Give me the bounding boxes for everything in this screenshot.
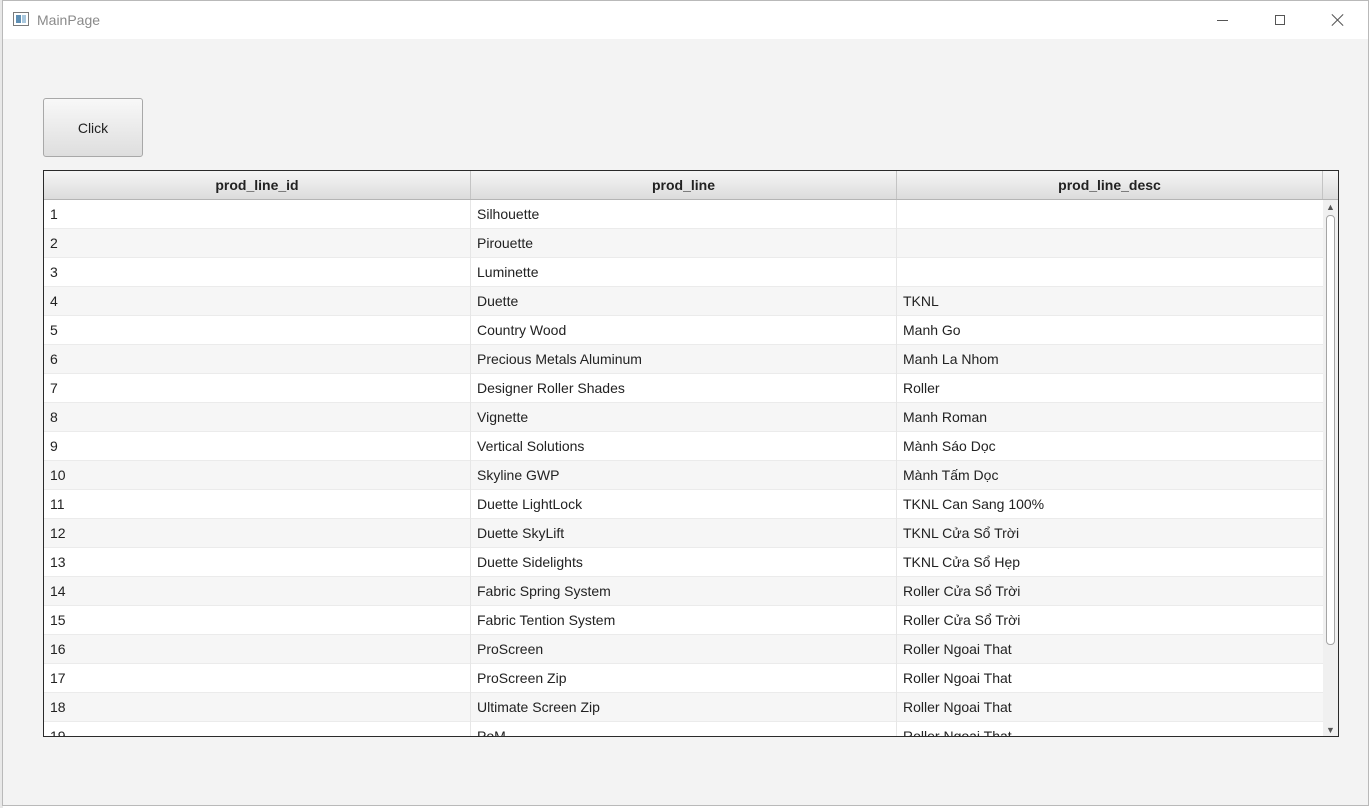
table-cell-prod-line-id: 6 <box>44 345 471 374</box>
table-cell-prod-line-id: 13 <box>44 548 471 577</box>
table-cell-prod-line-id: 4 <box>44 287 471 316</box>
table-cell-prod-line-id: 2 <box>44 229 471 258</box>
table-row[interactable]: 14 Fabric Spring System Roller Cửa Sổ Trời <box>44 577 1323 606</box>
table-cell-prod-line-desc: TKNL Can Sang 100% <box>903 496 1045 512</box>
click-button[interactable]: Click <box>43 98 143 157</box>
table-cell-prod-line-id: 14 <box>44 577 471 606</box>
table-cell-prod-line-desc: Roller Ngoai That <box>903 699 1012 715</box>
table-row[interactable]: 19 PoM Roller Ngoai That <box>44 722 1323 736</box>
scroll-down-icon[interactable]: ▼ <box>1323 723 1338 736</box>
app-window-icon <box>13 12 29 26</box>
table-cell-prod-line-id: 8 <box>44 403 471 432</box>
header-corner <box>1323 171 1338 199</box>
table-cell-prod-line-desc: Roller Cửa Sổ Trời <box>903 583 1021 599</box>
vertical-scrollbar[interactable]: ▲ ▼ <box>1323 200 1338 736</box>
table-cell-prod-line: Duette Sidelights <box>471 548 897 577</box>
product-line-table: prod_line_id prod_line prod_line_desc 1S… <box>43 170 1339 737</box>
close-button[interactable] <box>1309 1 1367 39</box>
table-cell-prod-line-desc: Mành Tấm Dọc <box>903 467 999 483</box>
main-window: MainPage Click prod_line_id prod_line pr… <box>2 0 1369 806</box>
table-cell-prod-line-id: 5 <box>44 316 471 345</box>
table-cell-prod-line: Luminette <box>471 258 897 287</box>
table-cell-prod-line: Ultimate Screen Zip <box>471 693 897 722</box>
table-cell-prod-line-id: 17 <box>44 664 471 693</box>
table-cell-prod-line-desc <box>897 200 1323 229</box>
scrollbar-thumb[interactable] <box>1326 215 1335 645</box>
title-bar[interactable]: MainPage <box>3 1 1368 39</box>
table-cell-prod-line-id: 18 <box>44 693 471 722</box>
table-cell-prod-line-desc <box>897 229 1323 258</box>
table-cell-prod-line: Vignette <box>471 403 897 432</box>
maximize-button[interactable] <box>1251 1 1309 39</box>
table-row[interactable]: 12 Duette SkyLift TKNL Cửa Sổ Trời <box>44 519 1323 548</box>
maximize-icon <box>1275 15 1285 25</box>
table-cell-prod-line-desc: TKNL Cửa Sổ Hẹp <box>903 554 1021 570</box>
table-row[interactable]: 8 Vignette Manh Roman <box>44 403 1323 432</box>
scroll-up-icon[interactable]: ▲ <box>1323 200 1338 213</box>
table-cell-prod-line: Duette LightLock <box>471 490 897 519</box>
table-cell-prod-line: Silhouette <box>471 200 897 229</box>
table-cell-prod-line-id: 11 <box>44 490 471 519</box>
table-cell-prod-line-id: 1 <box>44 200 471 229</box>
table-row[interactable]: 18 Ultimate Screen Zip Roller Ngoai That <box>44 693 1323 722</box>
table-cell-prod-line-desc: Roller Cửa Sổ Trời <box>903 612 1021 628</box>
table-row[interactable]: 16 ProScreen Roller Ngoai That <box>44 635 1323 664</box>
table-cell-prod-line: Duette SkyLift <box>471 519 897 548</box>
table-cell-prod-line: Designer Roller Shades <box>471 374 897 403</box>
table-cell-prod-line-id: 19 <box>44 722 471 736</box>
table-cell-prod-line-id: 15 <box>44 606 471 635</box>
table-row[interactable]: 4 Duette TKNL <box>44 287 1323 316</box>
table-row[interactable]: 10 Skyline GWP Mành Tấm Dọc <box>44 461 1323 490</box>
table-row[interactable]: 2 Pirouette <box>44 229 1323 258</box>
table-row[interactable]: 15 Fabric Tention System Roller Cửa Sổ Trờ… <box>44 606 1323 635</box>
table-row[interactable]: 7 Designer Roller Shades Roller <box>44 374 1323 403</box>
table-body: 1 Silhouette 2 Pirouette 3 Luminette 4 Duette TK… <box>44 200 1323 736</box>
table-cell-prod-line-id: 16 <box>44 635 471 664</box>
column-header-prod-line-desc[interactable]: prod_line_desc <box>897 171 1323 199</box>
table-cell-prod-line-id: 3 <box>44 258 471 287</box>
table-cell-prod-line-id: 12 <box>44 519 471 548</box>
table-cell-prod-line: Vertical Solutions <box>471 432 897 461</box>
table-cell-prod-line: Fabric Spring System <box>471 577 897 606</box>
table-cell-prod-line-id: 9 <box>44 432 471 461</box>
table-cell-prod-line: Precious Metals Aluminum <box>471 345 897 374</box>
column-header-prod-line[interactable]: prod_line <box>471 171 897 199</box>
table-cell-prod-line: Fabric Tention System <box>471 606 897 635</box>
table-cell-prod-line-desc: TKNL <box>903 293 939 309</box>
table-row[interactable]: 5 Country Wood Manh Go <box>44 316 1323 345</box>
table-cell-prod-line-desc <box>897 258 1323 287</box>
table-row[interactable]: 1 Silhouette <box>44 200 1323 229</box>
table-cell-prod-line-id: 10 <box>44 461 471 490</box>
table-row[interactable]: 17 ProScreen Zip Roller Ngoai That <box>44 664 1323 693</box>
table-cell-prod-line: Pirouette <box>471 229 897 258</box>
table-cell-prod-line-desc: Mành Sáo Dọc <box>903 438 996 454</box>
table-row[interactable]: 9 Vertical Solutions Mành Sáo Dọc <box>44 432 1323 461</box>
table-cell-prod-line-desc: Roller <box>903 380 940 396</box>
table-cell-prod-line: ProScreen <box>471 635 897 664</box>
table-cell-prod-line-desc: Roller Ngoai That <box>903 670 1012 686</box>
minimize-button[interactable] <box>1193 1 1251 39</box>
column-header-prod-line-id[interactable]: prod_line_id <box>44 171 471 199</box>
minimize-icon <box>1216 19 1228 21</box>
table-row[interactable]: 13 Duette Sidelights TKNL Cửa Sổ Hẹp <box>44 548 1323 577</box>
table-cell-prod-line: PoM <box>471 722 897 736</box>
table-cell-prod-line-desc: Manh Go <box>903 322 961 338</box>
table-cell-prod-line-id: 7 <box>44 374 471 403</box>
table-cell-prod-line-desc: TKNL Cửa Sổ Trời <box>903 525 1020 541</box>
table-cell-prod-line-desc: Manh Roman <box>903 409 988 425</box>
table-cell-prod-line: Duette <box>471 287 897 316</box>
table-header: prod_line_id prod_line prod_line_desc <box>44 171 1338 200</box>
window-title: MainPage <box>37 12 101 28</box>
table-cell-prod-line: Skyline GWP <box>471 461 897 490</box>
table-cell-prod-line: ProScreen Zip <box>471 664 897 693</box>
table-cell-prod-line-desc: Roller Ngoai That <box>903 728 1012 736</box>
table-row[interactable]: 3 Luminette <box>44 258 1323 287</box>
table-cell-prod-line: Country Wood <box>471 316 897 345</box>
table-cell-prod-line-desc: Manh La Nhom <box>903 351 999 367</box>
table-row[interactable]: 6 Precious Metals Aluminum Manh La Nhom <box>44 345 1323 374</box>
close-icon <box>1331 13 1345 27</box>
table-cell-prod-line-desc: Roller Ngoai That <box>903 641 1012 657</box>
table-row[interactable]: 11 Duette LightLock TKNL Can Sang 100% <box>44 490 1323 519</box>
